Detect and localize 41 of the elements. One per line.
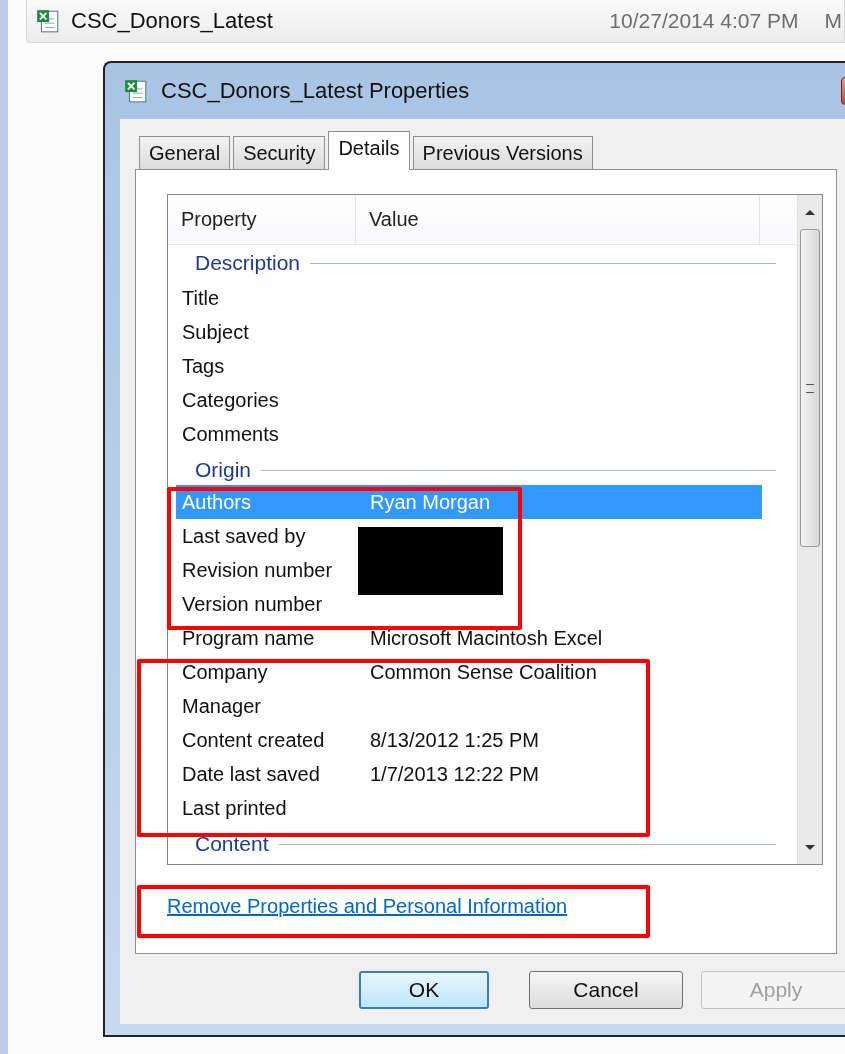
tab[interactable]: Security bbox=[233, 136, 326, 169]
property-value: 1/7/2013 12:22 PM bbox=[370, 762, 539, 786]
group-header: Description bbox=[195, 251, 301, 275]
scroll-thumb[interactable] bbox=[800, 229, 820, 547]
spreadsheet-icon bbox=[35, 8, 61, 34]
property-name: Last saved by bbox=[182, 524, 307, 548]
group-header: Origin bbox=[195, 458, 252, 482]
file-date: 10/27/2014 4:07 PM bbox=[609, 9, 799, 33]
tab[interactable]: General bbox=[139, 136, 231, 169]
property-name: Manager bbox=[182, 694, 262, 718]
file-list-row[interactable]: CSC_Donors_Latest 10/27/2014 4:07 PM M bbox=[26, 0, 845, 43]
property-name: Title bbox=[182, 286, 221, 310]
column-header[interactable]: Property bbox=[168, 195, 356, 244]
property-name: Last printed bbox=[182, 796, 288, 820]
property-name: Program name bbox=[182, 626, 316, 650]
property-value: Common Sense Coalition bbox=[370, 660, 597, 684]
property-name: Version number bbox=[182, 592, 324, 616]
property-name: Subject bbox=[182, 320, 250, 344]
tab[interactable]: Details bbox=[328, 131, 410, 170]
file-name: CSC_Donors_Latest bbox=[71, 8, 273, 34]
property-name: Content created bbox=[182, 728, 326, 752]
spreadsheet-icon bbox=[123, 78, 149, 104]
property-name: Company bbox=[182, 660, 269, 684]
scrollbar[interactable] bbox=[797, 195, 822, 864]
dialog-button[interactable]: OK bbox=[359, 971, 489, 1009]
column-header[interactable]: Value bbox=[356, 195, 760, 244]
property-name: Categories bbox=[182, 388, 280, 412]
property-name: Comments bbox=[182, 422, 280, 446]
tab[interactable]: Previous Versions bbox=[412, 136, 593, 169]
property-name: Authors bbox=[182, 490, 252, 514]
property-name: Revision number bbox=[182, 558, 334, 582]
remove-properties-link[interactable]: Remove Properties and Personal Information bbox=[167, 895, 568, 917]
property-value: Microsoft Macintosh Excel bbox=[370, 626, 603, 650]
window-title: CSC_Donors_Latest Properties bbox=[161, 78, 470, 104]
property-value: Ryan Morgan bbox=[370, 490, 491, 514]
dialog-button[interactable]: Cancel bbox=[529, 971, 683, 1009]
group-header: Content bbox=[195, 832, 269, 856]
property-name: Tags bbox=[182, 354, 226, 378]
property-name: Date last saved bbox=[182, 762, 321, 786]
property-value: 8/13/2012 1:25 PM bbox=[370, 728, 539, 752]
file-column-text: M bbox=[824, 9, 842, 33]
